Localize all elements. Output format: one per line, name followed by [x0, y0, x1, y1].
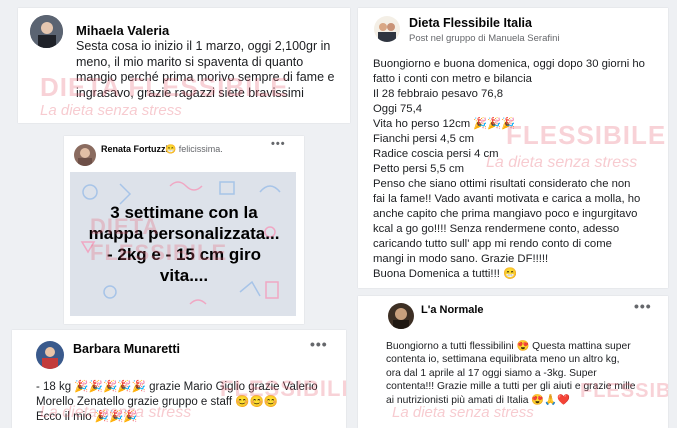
avatar-photo-icon: [74, 144, 96, 166]
post-line: Penso che siano ottimi risultati conside…: [373, 178, 631, 190]
post-line: anche capito che prima mangiavo poco e i…: [373, 208, 638, 220]
feeling-text: 😁 felicissima.: [165, 144, 223, 154]
post-line: contenta!!! Grazie mille a tutti per gli…: [386, 381, 636, 393]
post-line: Morello Zenatello grazie gruppo e staff …: [36, 395, 279, 408]
post-line: caricando tutto sull' app mi rendo conto…: [373, 238, 612, 250]
author-name[interactable]: Dieta Flessibile Italia: [409, 16, 532, 30]
post-line: ora dal 1 aprile al 17 oggi siamo a -3kg…: [386, 367, 597, 379]
post-line: Buongiorno a tutti flessibilini 😍 Questa…: [386, 341, 631, 352]
post-card-mihaela: Mihaela Valeria Sesta cosa io inizio il …: [18, 8, 350, 123]
post-line: fatto i conti con metro e bilancia: [373, 73, 532, 85]
post-line: contenta io, settimana equilibrata meno …: [386, 354, 620, 366]
post-line: - 18 kg 🎉🎉🎉🎉🎉 grazie Mario Giglio grazie…: [36, 381, 318, 393]
post-line: Fianchi persi 4,5 cm: [373, 133, 475, 145]
post-line: Petto persi 5,5 cm: [373, 163, 465, 175]
avatar-photo-icon: [388, 303, 414, 329]
post-text: - 18 kg 🎉🎉🎉🎉🎉 grazie Mario Giglio grazie…: [36, 380, 318, 424]
post-card-dieta-flessibile: Dieta Flessibile Italia Post nel gruppo …: [358, 8, 668, 288]
post-line: Ecco il mio 🎉🎉🎉: [36, 410, 138, 423]
post-line: Oggi 75,4: [373, 103, 422, 115]
avatar-photo-icon: [30, 15, 63, 48]
post-text: Buongiorno a tutti flessibilini 😍 Questa…: [386, 340, 636, 407]
post-line: Buona Domenica a tutti!!! 😁: [373, 268, 518, 280]
post-card-barbara: Barbara Munaretti ••• - 18 kg 🎉🎉🎉🎉🎉 graz…: [12, 330, 346, 428]
avatar-barbara[interactable]: [36, 341, 64, 369]
avatar-mihaela[interactable]: [30, 15, 63, 48]
post-line: Vita ho perso 12cm 🎉🎉🎉: [373, 118, 516, 130]
post-line: Il 28 febbraio pesavo 76,8: [373, 88, 504, 100]
image-caption: 3 settimane con la mappa personalizzata.…: [88, 203, 280, 285]
author-name[interactable]: Mihaela Valeria: [76, 23, 169, 38]
author-name[interactable]: Renata Fortuzzi: [101, 144, 168, 154]
more-options-icon[interactable]: •••: [271, 138, 286, 150]
post-card-renata: Renata Fortuzzi 😁 felicissima. ••• 3 set…: [64, 136, 304, 324]
post-line: Radice coscia persi 4 cm: [373, 148, 499, 160]
watermark-tagline: La dieta senza stress: [40, 102, 182, 119]
post-line: Buongiorno e buona domenica, oggi dopo 3…: [373, 58, 645, 70]
author-name[interactable]: L'a Normale: [421, 304, 484, 316]
post-line: fai la fame!! Vado avanti motivata e car…: [373, 193, 641, 205]
more-options-icon[interactable]: •••: [310, 336, 328, 352]
post-text: Sesta cosa io inizio il 1 marzo, oggi 2,…: [76, 39, 335, 100]
post-card-la-normale: L'a Normale ••• Buongiorno a tutti fless…: [358, 296, 668, 428]
post-subtitle[interactable]: Post nel gruppo di Manuela Serafini: [409, 33, 560, 44]
post-image[interactable]: 3 settimane con la mappa personalizzata.…: [70, 172, 296, 316]
avatar-renata[interactable]: [74, 144, 96, 166]
author-name[interactable]: Barbara Munaretti: [73, 342, 180, 356]
post-line: mangi in modo sano. Grazie DF!!!!!: [373, 253, 549, 265]
post-line: kcal a go go!!!! Senza rendermene conto,…: [373, 223, 620, 235]
avatar-dieta-flessibile[interactable]: [374, 16, 400, 42]
post-text: Buongiorno e buona domenica, oggi dopo 3…: [373, 57, 645, 282]
more-options-icon[interactable]: •••: [634, 298, 652, 314]
post-line: ai nutrizionisti più amati di Italia 😍🙏❤…: [386, 394, 570, 406]
avatar-photo-icon: [374, 16, 400, 42]
avatar-photo-icon: [36, 341, 64, 369]
avatar-la-normale[interactable]: [388, 303, 414, 329]
